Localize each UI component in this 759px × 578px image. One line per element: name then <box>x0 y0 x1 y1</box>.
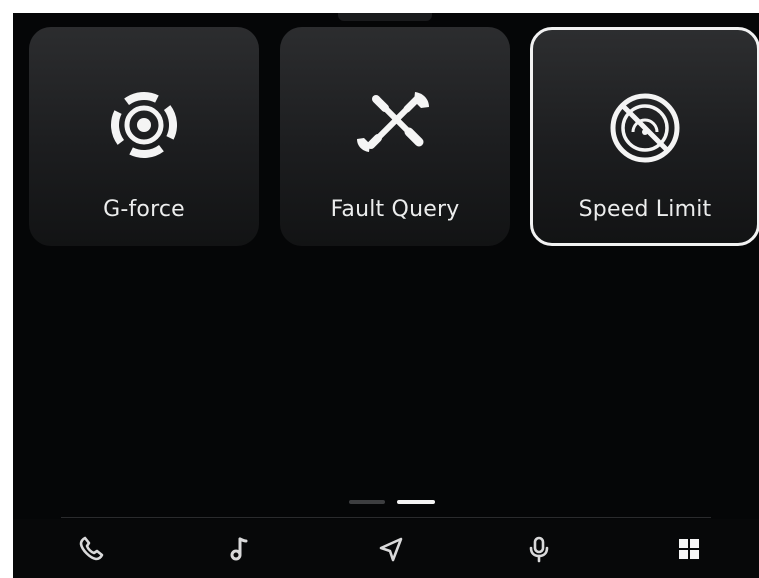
speed-limit-icon <box>599 82 691 174</box>
microphone-icon <box>529 536 549 563</box>
page-indicator <box>349 500 435 504</box>
g-force-label: G-force <box>103 197 185 222</box>
dock-apps-button[interactable] <box>669 529 709 569</box>
speed-limit-label: Speed Limit <box>578 197 712 222</box>
speed-limit-tile[interactable]: Speed Limit <box>530 27 759 246</box>
app-screen: G-force Fault Query Speed Limit <box>13 13 759 578</box>
apps-grid-icon <box>679 539 699 559</box>
music-icon <box>230 537 248 561</box>
tools-icon <box>349 79 441 171</box>
top-edge-handle <box>338 13 432 21</box>
g-force-tile[interactable]: G-force <box>29 27 259 246</box>
dock-music-button[interactable] <box>218 529 258 569</box>
dock-divider <box>61 517 711 518</box>
page-indicator-dot-1[interactable] <box>349 500 385 504</box>
fault-query-tile[interactable]: Fault Query <box>280 27 510 246</box>
bottom-dock <box>13 519 759 578</box>
dock-navigation-button[interactable] <box>371 529 411 569</box>
page-indicator-dot-2[interactable] <box>397 500 435 504</box>
target-icon <box>98 79 190 171</box>
fault-query-label: Fault Query <box>330 197 460 222</box>
navigation-icon <box>379 537 403 562</box>
dock-microphone-button[interactable] <box>519 529 559 569</box>
dock-phone-button[interactable] <box>71 529 111 569</box>
phone-icon <box>79 536 104 561</box>
